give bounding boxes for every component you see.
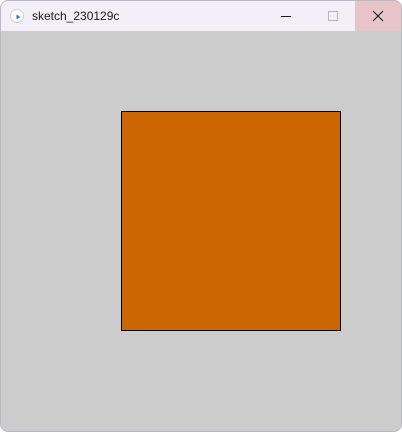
sketch-canvas[interactable] [1, 31, 401, 431]
title-bar[interactable]: sketch_230129c [1, 1, 401, 31]
close-button[interactable] [355, 1, 401, 31]
window-title: sketch_230129c [32, 9, 120, 23]
processing-play-icon [10, 9, 24, 23]
sketch-window: sketch_230129c [0, 0, 402, 432]
minimize-button[interactable] [263, 1, 309, 31]
maximize-button[interactable] [309, 1, 355, 31]
orange-square [121, 111, 341, 331]
